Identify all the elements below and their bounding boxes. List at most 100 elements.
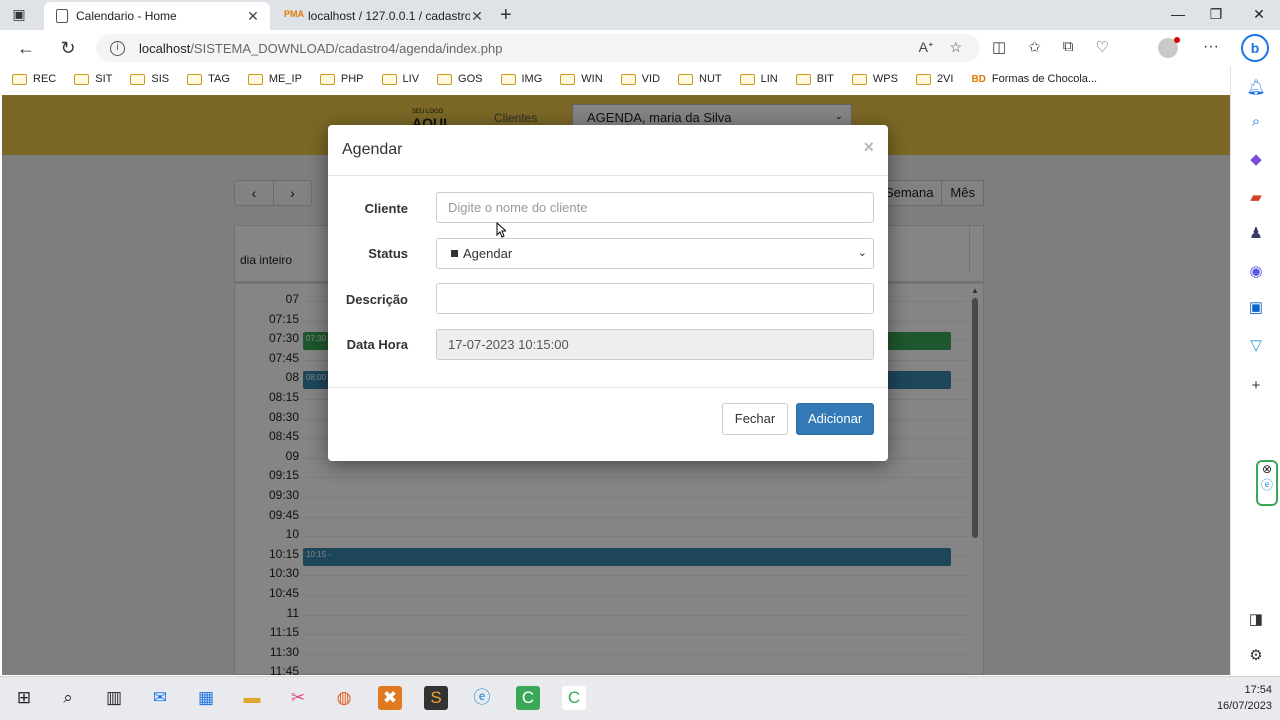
restore-icon[interactable]: ❐ bbox=[1206, 6, 1226, 23]
bookmark-folder[interactable]: SIS bbox=[130, 73, 169, 85]
search-icon[interactable]: ⌕ bbox=[1246, 112, 1266, 132]
bookmark-label: GOS bbox=[458, 73, 483, 85]
collections-icon[interactable]: ⧉ bbox=[1063, 38, 1074, 56]
folder-icon bbox=[381, 73, 397, 85]
task-view-icon[interactable]: ▥ bbox=[102, 686, 126, 710]
status-square-icon bbox=[451, 250, 458, 257]
agendar-modal: Agendar × Cliente Status Agendar ⌄ Descr… bbox=[328, 125, 888, 461]
bookmark-folder[interactable]: WPS bbox=[851, 73, 898, 85]
adicionar-button[interactable]: Adicionar bbox=[796, 403, 874, 435]
folder-icon bbox=[795, 73, 811, 85]
bookmark-folder[interactable]: IMG bbox=[500, 73, 542, 85]
favorite-star-icon[interactable]: ☆ bbox=[949, 39, 962, 56]
clock-time: 17:54 bbox=[1244, 684, 1272, 696]
outlook-icon[interactable]: ▣ bbox=[1246, 298, 1266, 318]
chevron-down-icon: ⌄ bbox=[857, 247, 867, 259]
mail-icon[interactable]: ✉ bbox=[148, 686, 172, 710]
close-icon[interactable]: × bbox=[863, 137, 874, 158]
folder-icon bbox=[319, 73, 335, 85]
tab-phpmyadmin[interactable]: PMA localhost / 127.0.0.1 / cadastro4 ✕ bbox=[272, 2, 494, 30]
bookmark-label: 2VI bbox=[936, 73, 954, 85]
close-tab-icon[interactable]: ✕ bbox=[246, 8, 260, 25]
bell-icon[interactable]: 🔔︎ bbox=[1246, 78, 1266, 98]
gear-icon[interactable]: ⚙ bbox=[1246, 646, 1266, 666]
bookmark-folder[interactable]: LIN bbox=[739, 73, 778, 85]
windows-start-icon[interactable]: ⊞ bbox=[12, 686, 36, 710]
split-screen-icon[interactable]: ◫ bbox=[992, 38, 1006, 56]
bing-copilot-icon[interactable]: b bbox=[1241, 34, 1269, 62]
page-icon bbox=[56, 9, 68, 23]
status-value: Agendar bbox=[463, 246, 513, 261]
bookmark-label: NUT bbox=[699, 73, 722, 85]
bookmark-folder[interactable]: WIN bbox=[560, 73, 603, 85]
bookmark-folder[interactable]: REC bbox=[12, 73, 56, 85]
descricao-input[interactable] bbox=[436, 283, 874, 314]
edge-browser-icon[interactable]: ⓔ bbox=[470, 686, 494, 710]
tab-title: Calendario - Home bbox=[76, 9, 177, 23]
games-icon[interactable]: ♟ bbox=[1246, 224, 1266, 244]
cliente-input[interactable] bbox=[436, 192, 874, 223]
url-input[interactable]: i localhost/SISTEMA_DOWNLOAD/cadastro4/a… bbox=[96, 34, 980, 62]
toolbox-icon[interactable]: ▰ bbox=[1246, 188, 1266, 208]
folder-icon bbox=[915, 73, 931, 85]
windows-taskbar: ⊞ ⌕ ▥ ✉ ▦ ▬ ✂ ◍ ✖ S ⓔ C C 17:54 16/07/20… bbox=[0, 676, 1280, 720]
bookmark-folder[interactable]: LIV bbox=[381, 73, 419, 85]
folder-icon bbox=[12, 73, 27, 85]
refresh-icon[interactable]: ↻ bbox=[58, 38, 78, 58]
tab-actions-icon[interactable]: ▣ bbox=[10, 6, 28, 24]
status-select[interactable]: Agendar ⌄ bbox=[436, 238, 874, 269]
calculator-icon[interactable]: ▦ bbox=[194, 686, 218, 710]
add-icon[interactable]: + bbox=[1246, 376, 1266, 396]
bd-icon: BD bbox=[971, 73, 986, 85]
edge-icon[interactable]: ⓔ bbox=[1258, 476, 1276, 493]
bookmark-folder[interactable]: PHP bbox=[319, 73, 364, 85]
system-clock[interactable]: 17:54 16/07/2023 bbox=[1217, 682, 1272, 714]
bookmark-folder[interactable]: SIT bbox=[74, 73, 112, 85]
bookmark-label: TAG bbox=[208, 73, 230, 85]
tag-icon[interactable]: ◆ bbox=[1246, 150, 1266, 170]
bookmark-folder[interactable]: NUT bbox=[678, 73, 722, 85]
file-explorer-icon[interactable]: ▬ bbox=[240, 686, 264, 710]
camtasia-recorder-icon[interactable]: C bbox=[562, 686, 586, 710]
bookmark-label: ME_IP bbox=[268, 73, 302, 85]
cliente-label: Cliente bbox=[364, 201, 408, 216]
tab-calendario[interactable]: Calendario - Home ✕ bbox=[44, 2, 270, 30]
sublime-text-icon[interactable]: S bbox=[424, 686, 448, 710]
xampp-icon[interactable]: ✖ bbox=[378, 686, 402, 710]
bookmark-formas-de-chocolate[interactable]: BD Formas de Chocola... bbox=[971, 73, 1097, 85]
bookmark-folder[interactable]: 2VI bbox=[915, 73, 954, 85]
bookmark-label: REC bbox=[33, 73, 57, 85]
new-tab-icon[interactable]: + bbox=[500, 5, 512, 25]
office-icon[interactable]: ◉ bbox=[1246, 262, 1266, 282]
bookmark-folder[interactable]: ME_IP bbox=[247, 73, 302, 85]
read-aloud-icon[interactable]: Aᐩ bbox=[919, 39, 934, 56]
bookmark-folder[interactable]: BIT bbox=[795, 73, 834, 85]
bookmark-folder[interactable]: GOS bbox=[437, 73, 483, 85]
sidebar-toggle-icon[interactable]: ◨ bbox=[1246, 610, 1266, 630]
close-window-icon[interactable]: ✕ bbox=[1249, 6, 1269, 23]
datahora-input[interactable] bbox=[436, 329, 874, 360]
floating-extension[interactable]: ⊗ ⓔ bbox=[1256, 460, 1278, 506]
phpmyadmin-icon: PMA bbox=[284, 9, 304, 19]
back-icon[interactable]: ← bbox=[16, 38, 36, 58]
minimize-icon[interactable]: — bbox=[1168, 6, 1188, 22]
search-icon[interactable]: ⌕ bbox=[56, 686, 80, 710]
more-options-icon[interactable]: ··· bbox=[1203, 38, 1219, 56]
clock-date: 16/07/2023 bbox=[1216, 700, 1272, 712]
browser-essentials-icon[interactable]: ♡ bbox=[1095, 38, 1108, 56]
bookmark-label: SIT bbox=[95, 73, 113, 85]
close-circle-icon[interactable]: ⊗ bbox=[1258, 462, 1276, 476]
folder-icon bbox=[187, 73, 203, 85]
favorites-icon[interactable]: ✩ bbox=[1028, 38, 1041, 56]
bookmark-label: WPS bbox=[872, 73, 898, 85]
camtasia-icon[interactable]: C bbox=[516, 686, 540, 710]
firefox-icon[interactable]: ◍ bbox=[332, 686, 356, 710]
snipping-tool-icon[interactable]: ✂ bbox=[286, 686, 310, 710]
drop-icon[interactable]: ▽ bbox=[1246, 336, 1266, 356]
bookmark-folder[interactable]: VID bbox=[620, 73, 660, 85]
close-tab-icon[interactable]: ✕ bbox=[470, 8, 484, 25]
info-icon[interactable]: i bbox=[110, 40, 125, 56]
fechar-button[interactable]: Fechar bbox=[722, 403, 788, 435]
bookmark-folder[interactable]: TAG bbox=[187, 73, 230, 85]
divider bbox=[328, 387, 888, 388]
